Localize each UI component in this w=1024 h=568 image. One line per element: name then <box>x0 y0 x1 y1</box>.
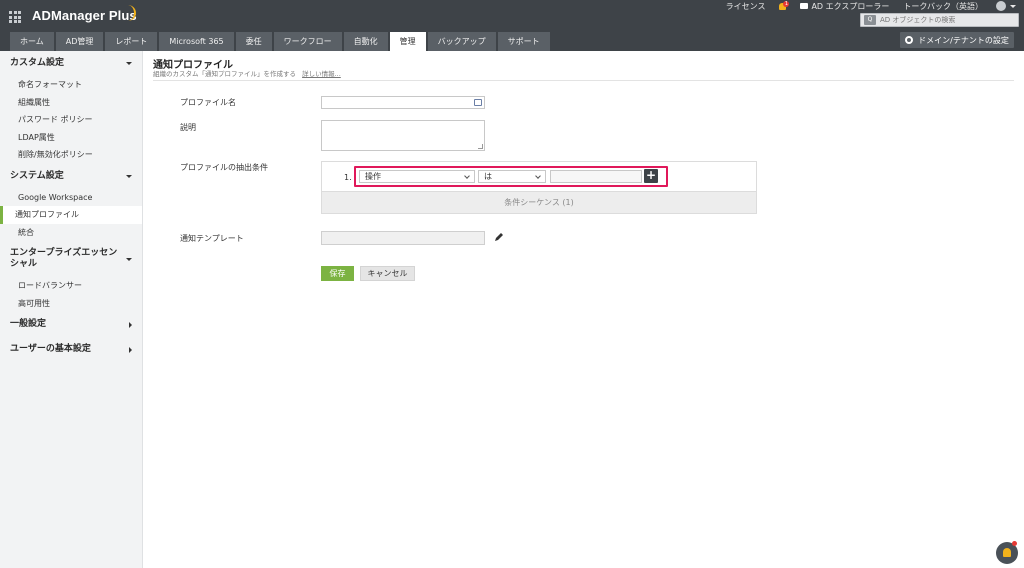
tab-admin[interactable]: 管理 <box>389 32 426 51</box>
sidebar-item-google-workspace[interactable]: Google Workspace <box>0 189 142 207</box>
account-chevron-down-icon[interactable] <box>1010 4 1016 8</box>
main-content: 通知プロファイル 組織のカスタム「通知プロファイル」を作成する 詳しい情報...… <box>143 51 1024 568</box>
chevron-down-icon <box>126 257 132 261</box>
add-criteria-button[interactable]: + <box>644 169 658 183</box>
chevron-down-icon <box>126 62 132 65</box>
description-label: 説明 <box>180 123 196 132</box>
folder-icon <box>800 3 809 9</box>
sidebar-item-high-availability[interactable]: 高可用性 <box>0 295 142 313</box>
sidebar-item-org-attributes[interactable]: 組織属性 <box>0 94 142 112</box>
tab-workflow[interactable]: ワークフロー <box>273 32 342 51</box>
profile-name-input[interactable] <box>321 96 485 109</box>
sidebar-item-password-policy[interactable]: パスワード ポリシー <box>0 111 142 129</box>
learn-more-link[interactable]: 詳しい情報... <box>302 70 341 78</box>
gear-icon <box>905 36 914 44</box>
sidebar-section-enterprise-essentials[interactable]: エンタープライズエッセンシャル <box>0 241 142 277</box>
chevron-right-icon <box>129 346 132 353</box>
sidebar-section-label: カスタム設定 <box>10 58 65 68</box>
app-grid-icon[interactable] <box>9 11 21 23</box>
criteria-operator-select[interactable]: は <box>478 170 546 183</box>
tab-backup[interactable]: バックアップ <box>427 32 496 51</box>
sidebar-section-label: システム設定 <box>10 170 64 181</box>
criteria-row-index: 1. <box>344 173 352 182</box>
chat-notification-dot <box>1012 541 1017 546</box>
criteria-operator-value: は <box>484 172 492 181</box>
chevron-down-icon <box>126 174 132 178</box>
top-header: ADManager Plus ライセンス 1 AD エクスプローラー トークバッ… <box>0 0 1024 51</box>
sidebar-item-load-balancer[interactable]: ロードバランサー <box>0 277 142 295</box>
cancel-button[interactable]: キャンセル <box>360 266 415 281</box>
notification-bell-icon[interactable]: 1 <box>778 0 790 11</box>
variable-tag-icon[interactable] <box>474 99 482 106</box>
sidebar-section-label: ユーザーの基本設定 <box>10 344 91 354</box>
page-subtitle: 組織のカスタム「通知プロファイル」を作成する 詳しい情報... <box>153 68 341 78</box>
template-label: 通知テンプレート <box>180 234 244 243</box>
edit-pencil-icon[interactable] <box>494 232 504 242</box>
tab-support[interactable]: サポート <box>497 32 550 51</box>
criteria-sequence[interactable]: 条件シーケンス (1) <box>322 191 756 213</box>
sidebar-section-custom-settings[interactable]: カスタム設定 <box>0 51 142 76</box>
chevron-down-icon <box>535 173 541 179</box>
ad-explorer-link[interactable]: AD エクスプローラー <box>793 1 896 12</box>
ad-object-search: Q <box>860 13 1019 27</box>
profile-name-label: プロファイル名 <box>180 98 236 107</box>
tab-microsoft-365[interactable]: Microsoft 365 <box>159 32 234 51</box>
sidebar-item-ldap-attributes[interactable]: LDAP属性 <box>0 129 142 147</box>
criteria-field-value: 操作 <box>365 172 381 181</box>
app-logo[interactable]: ADManager Plus <box>32 8 137 23</box>
talkback-link[interactable]: トークバック（英語） <box>896 1 990 12</box>
chevron-right-icon <box>129 321 132 328</box>
save-button[interactable]: 保存 <box>321 266 354 281</box>
sidebar-item-notification-profile[interactable]: 通知プロファイル <box>0 206 142 224</box>
tab-home[interactable]: ホーム <box>10 32 54 51</box>
license-link[interactable]: ライセンス <box>719 1 773 12</box>
sidebar-section-label: 一般設定 <box>10 319 47 329</box>
main-tabs: ホーム AD管理 レポート Microsoft 365 委任 ワークフロー 自動… <box>10 32 552 51</box>
sidebar-section-user-preferences[interactable]: ユーザーの基本設定 <box>0 337 142 362</box>
user-account-icon[interactable] <box>996 1 1006 11</box>
tab-ad-management[interactable]: AD管理 <box>55 32 104 51</box>
resize-grip-icon[interactable] <box>478 144 483 149</box>
tab-delegation[interactable]: 委任 <box>235 32 272 51</box>
chevron-down-icon <box>464 173 470 179</box>
ad-explorer-label: AD エクスプローラー <box>811 1 890 11</box>
sidebar-section-label: エンタープライズエッセンシャル <box>10 248 118 269</box>
search-input[interactable] <box>876 14 1016 26</box>
tab-reports[interactable]: レポート <box>105 32 158 51</box>
title-divider <box>153 80 1014 81</box>
sidebar-item-delete-disable-policy[interactable]: 削除/無効化ポリシー <box>0 146 142 164</box>
criteria-field-select[interactable]: 操作 <box>359 170 475 183</box>
notification-badge: 1 <box>783 0 790 7</box>
template-input[interactable] <box>321 231 485 245</box>
tab-automation[interactable]: 自動化 <box>343 32 388 51</box>
sidebar-item-integration[interactable]: 統合 <box>0 224 142 242</box>
criteria-value-input[interactable] <box>550 170 642 183</box>
top-links: ライセンス 1 AD エクスプローラー トークバック（英語） <box>719 0 1024 12</box>
search-icon[interactable]: Q <box>864 15 876 25</box>
sidebar-item-naming-format[interactable]: 命名フォーマット <box>0 76 142 94</box>
sidebar-section-system-settings[interactable]: システム設定 <box>0 164 142 189</box>
criteria-label: プロファイルの抽出条件 <box>180 163 268 172</box>
description-textarea[interactable] <box>321 120 485 151</box>
page-subtitle-text: 組織のカスタム「通知プロファイル」を作成する <box>153 70 296 78</box>
domain-tenant-settings-label: ドメイン/テナントの設定 <box>918 35 1009 45</box>
sidebar-section-general-settings[interactable]: 一般設定 <box>0 312 142 337</box>
sidebar: カスタム設定 命名フォーマット 組織属性 パスワード ポリシー LDAP属性 削… <box>0 51 143 568</box>
criteria-panel: 1. 操作 は + 条件シーケンス (1) <box>321 161 757 214</box>
domain-tenant-settings-button[interactable]: ドメイン/テナントの設定 <box>900 32 1014 48</box>
